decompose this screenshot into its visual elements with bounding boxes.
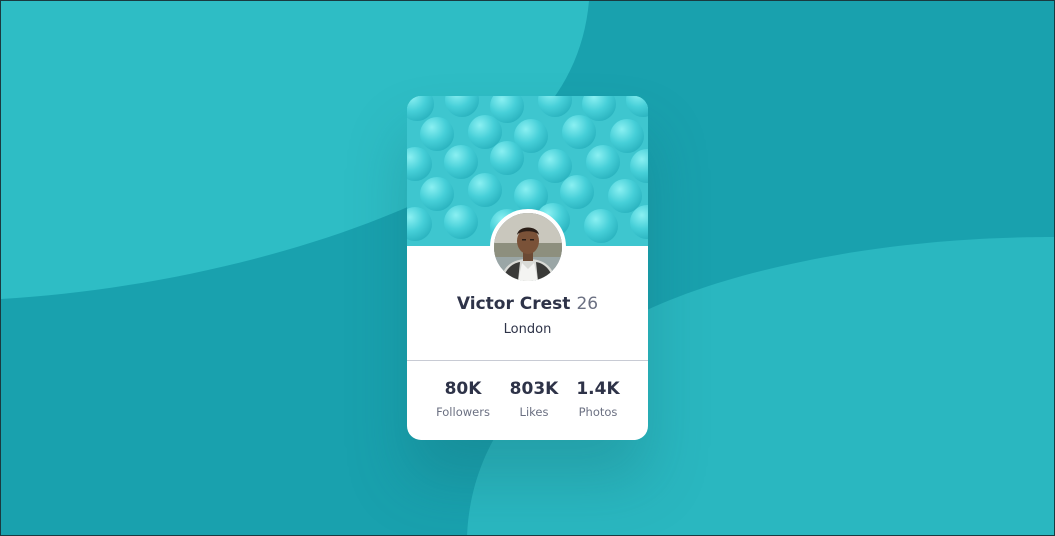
divider bbox=[407, 360, 648, 361]
profile-city: London bbox=[503, 322, 552, 337]
stat-value: 80K bbox=[444, 379, 482, 399]
profile-card: Victor Crest 26 London 80K Followers 803K… bbox=[407, 96, 648, 440]
profile-age: 26 bbox=[576, 294, 599, 314]
stat-value: 803K bbox=[509, 379, 559, 399]
avatar bbox=[490, 209, 566, 285]
profile-name: Victor Crest bbox=[456, 294, 571, 314]
person-photo-icon bbox=[494, 213, 562, 281]
stat-value: 1.4K bbox=[576, 379, 620, 399]
stat-likes: 803K Likes bbox=[499, 378, 569, 419]
stat-label: Likes bbox=[519, 405, 549, 419]
stat-followers: 80K Followers bbox=[428, 378, 498, 419]
stat-photos: 1.4K Photos bbox=[563, 378, 633, 419]
name-row: Victor Crest 26 bbox=[407, 294, 648, 314]
page-background: Victor Crest 26 London 80K Followers 803K… bbox=[0, 0, 1055, 536]
stat-label: Photos bbox=[578, 405, 618, 419]
stat-label: Followers bbox=[436, 405, 490, 419]
stats-row: 80K Followers 803K Likes 1.4K Photos bbox=[407, 378, 648, 428]
